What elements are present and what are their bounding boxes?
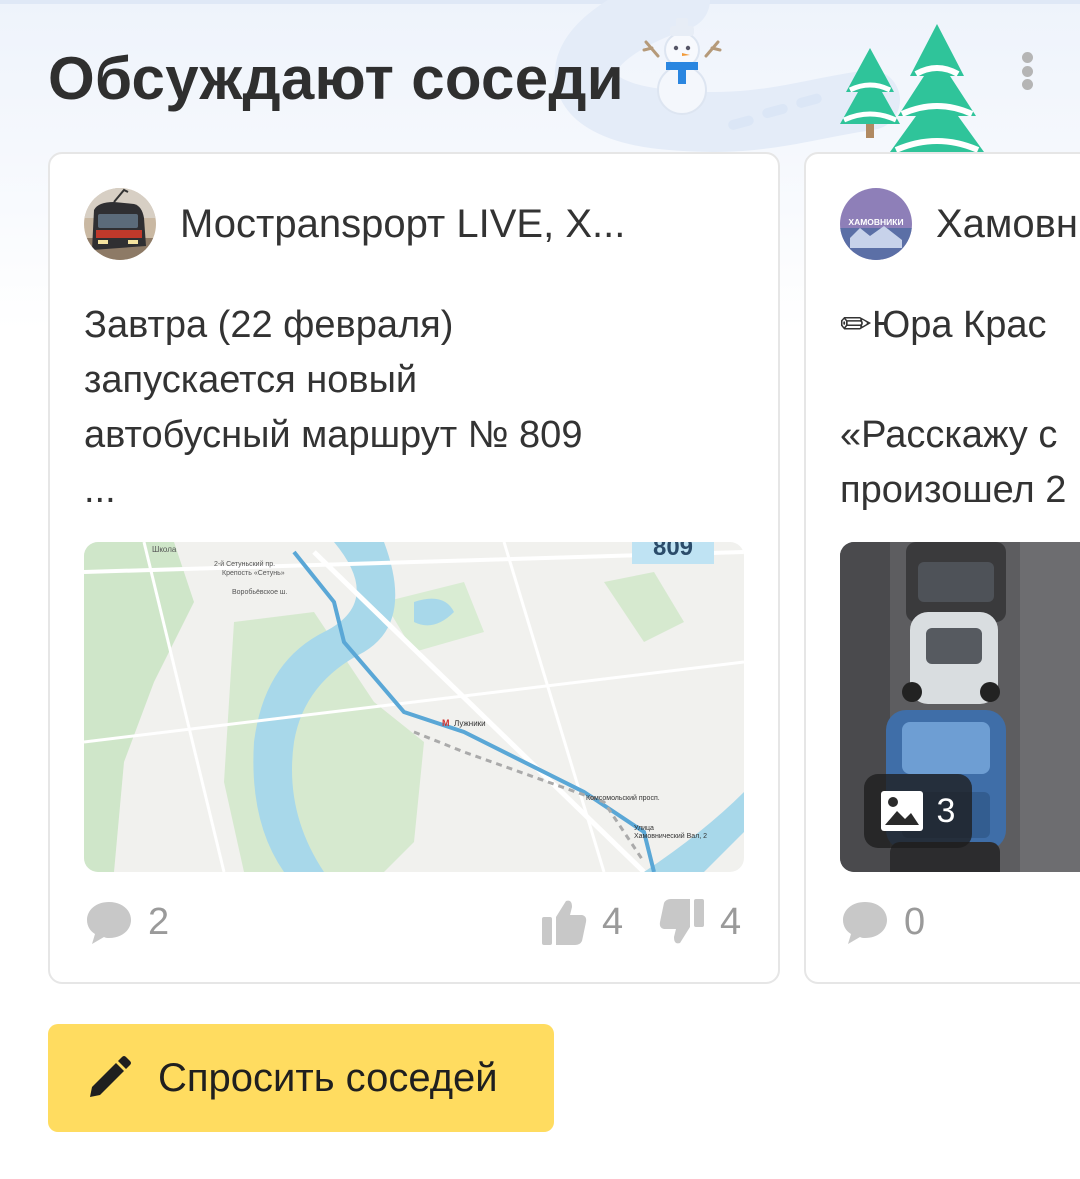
map-label: Крепость «Сетунь» xyxy=(222,570,285,577)
section-title: Обсуждают соседи xyxy=(48,45,624,112)
more-options-button[interactable] xyxy=(1010,48,1044,94)
author-name: Мострanspорт LIVE, Х... xyxy=(180,201,626,246)
more-vertical-icon xyxy=(1021,52,1033,63)
author-avatar: ХАМОВНИКИ xyxy=(840,188,912,260)
comments-count: 0 xyxy=(904,900,926,943)
photo-count: 3 xyxy=(936,791,956,830)
author-avatar xyxy=(84,188,156,260)
map-label: Улица xyxy=(634,825,654,832)
like-button[interactable]: 4 xyxy=(540,894,623,950)
map-label: Комсомольский просп. xyxy=(586,794,660,802)
post-author[interactable]: ХАМОВНИКИ Хамовн xyxy=(840,188,1078,260)
post-author[interactable]: Мострanspорт LIVE, Х... xyxy=(84,188,625,260)
post-card[interactable]: ХАМОВНИКИ Хамовн ✏Юра Крас «Расскажу с п… xyxy=(804,152,1080,984)
ask-neighbors-label: Спросить соседей xyxy=(158,1055,498,1100)
dislikes-count: 4 xyxy=(720,900,742,943)
neighbors-discuss-widget: Обсуждают соседи Мострanspорт LIVE, Х...… xyxy=(0,0,1080,1179)
comment-icon xyxy=(843,902,887,944)
ask-neighbors-button[interactable]: Спросить соседей xyxy=(48,1024,554,1132)
comments-button[interactable]: 0 xyxy=(840,894,925,950)
post-map-image[interactable]: 809 Школа 2-й Сетуньский пр. Крепость «С… xyxy=(84,542,744,872)
map-label: Лужники xyxy=(454,719,486,728)
fir-trees-icon xyxy=(840,24,984,152)
comments-count: 2 xyxy=(148,900,170,943)
map-label: 2-й Сетуньский пр. xyxy=(214,560,275,568)
post-photo[interactable]: 3 xyxy=(840,542,1080,872)
post-text[interactable]: ✏Юра Крас «Расскажу с произошел 2 xyxy=(840,298,1066,518)
map-label: Хамовнический Вал, 2 xyxy=(634,832,707,840)
comments-button[interactable]: 2 xyxy=(84,894,169,950)
comment-icon xyxy=(87,902,131,944)
route-number-label: 809 xyxy=(653,542,693,561)
map-label: Воробьёвское ш. xyxy=(232,588,288,596)
pencil-icon xyxy=(90,1056,131,1097)
svg-text:М: М xyxy=(442,718,450,728)
likes-count: 4 xyxy=(602,900,624,943)
map-label: Школа xyxy=(152,545,177,554)
snowman-icon xyxy=(642,18,722,115)
dislike-button[interactable]: 4 xyxy=(658,894,741,950)
image-icon xyxy=(880,791,923,831)
avatar-label: ХАМОВНИКИ xyxy=(848,217,903,227)
thumbs-down-icon xyxy=(659,899,704,944)
post-card[interactable]: Мострanspорт LIVE, Х... Завтра (22 февра… xyxy=(48,152,780,984)
author-name: Хамовн xyxy=(936,201,1079,246)
photo-count-badge: 3 xyxy=(864,774,972,848)
post-text[interactable]: Завтра (22 февраля) запускается новый ав… xyxy=(84,298,582,518)
thumbs-up-icon xyxy=(542,900,587,945)
